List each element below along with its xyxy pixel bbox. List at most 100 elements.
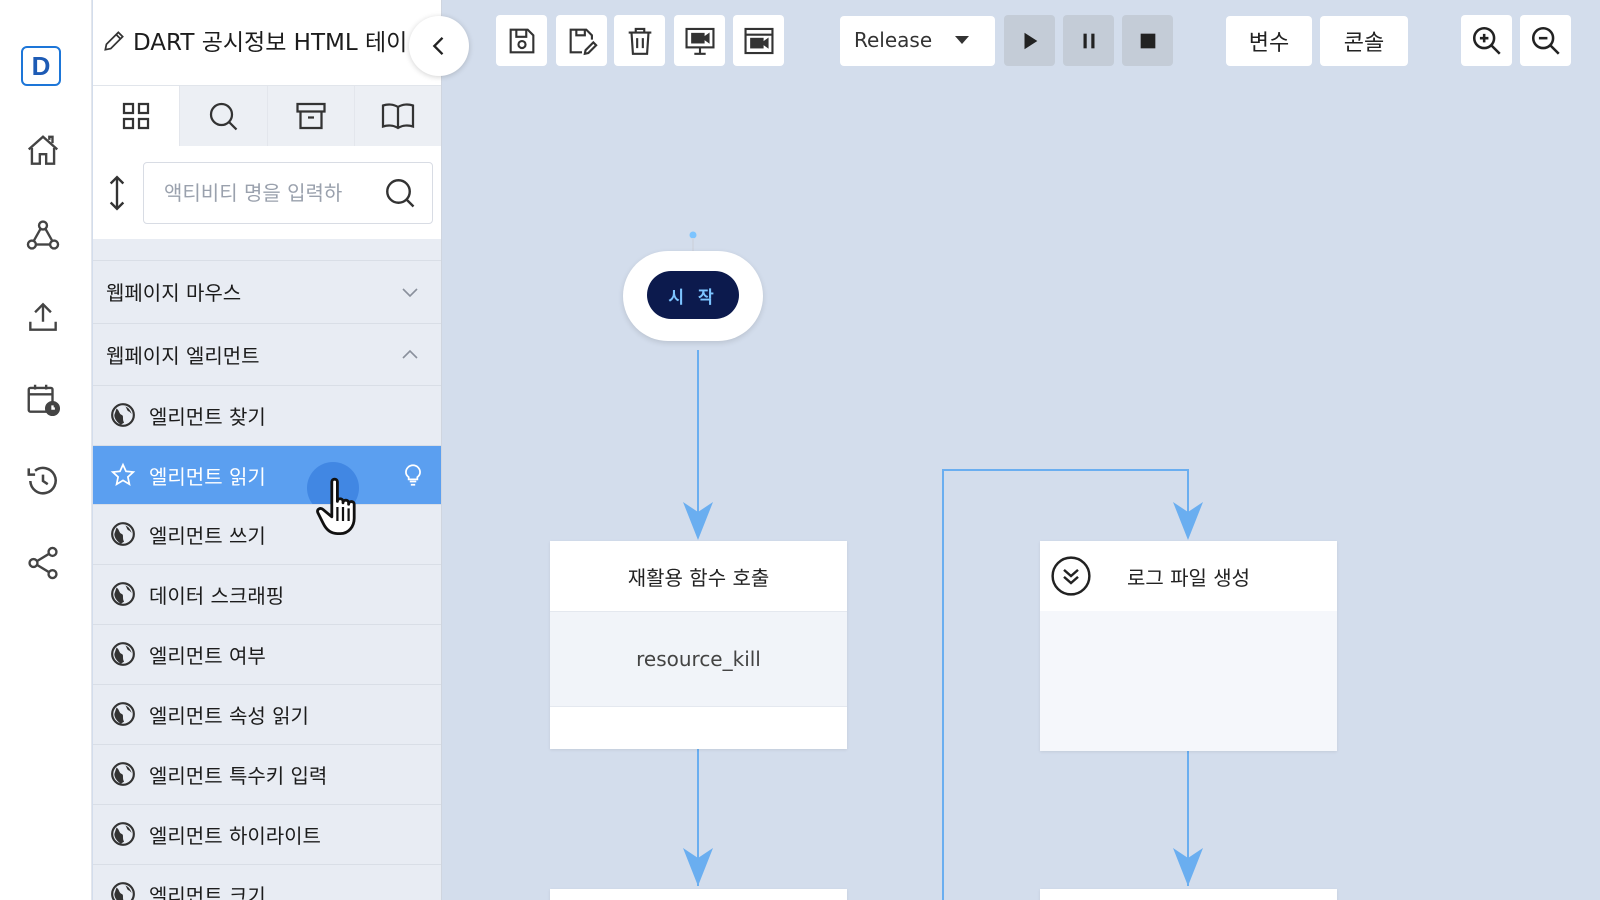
console-button[interactable]: 콘솔 — [1320, 16, 1408, 66]
activity-label: 엘리먼트 찾기 — [149, 404, 266, 429]
activity-label: 엘리먼트 여부 — [149, 643, 266, 668]
node-footer — [550, 707, 847, 749]
flow-connectors — [683, 350, 1203, 900]
tab-archive[interactable] — [267, 86, 355, 146]
zoom-in-button[interactable] — [1461, 15, 1512, 66]
flow-node-reuse-function[interactable]: 재활용 함수 호출 resource_kill — [550, 541, 847, 749]
globe-icon — [111, 822, 135, 846]
history-icon[interactable] — [22, 460, 64, 502]
archive-icon — [296, 102, 326, 130]
tab-activities[interactable] — [93, 86, 181, 146]
project-title: DART 공시정보 HTML 테이 — [133, 30, 408, 56]
activity-item-selected[interactable]: 엘리먼트 읽기 — [93, 445, 441, 535]
activity-item[interactable]: 엘리먼트 크기 — [93, 864, 441, 900]
stop-icon — [1140, 33, 1155, 48]
chevron-left-icon — [432, 37, 444, 55]
window-record-icon — [743, 27, 774, 54]
tab-library[interactable] — [354, 86, 441, 146]
activity-label: 데이터 스크래핑 — [149, 583, 285, 608]
globe-icon — [111, 522, 135, 546]
delete-icon — [628, 27, 651, 55]
zoom-out-button[interactable] — [1520, 15, 1571, 66]
start-antenna-icon — [689, 231, 697, 253]
save-button[interactable] — [496, 15, 547, 66]
group-header-web-mouse[interactable]: 웹페이지 마우스 — [93, 260, 441, 322]
search-submit-icon[interactable] — [382, 175, 418, 211]
schedule-icon[interactable] — [22, 378, 64, 420]
globe-icon — [111, 702, 135, 726]
globe-icon — [111, 642, 135, 666]
workflow-canvas[interactable]: 시 작 재활용 함수 호출 resource_kill 로그 파일 생성 — [443, 86, 1600, 900]
globe-icon — [111, 762, 135, 786]
save-icon — [509, 28, 534, 53]
run-mode-select[interactable]: Release — [840, 16, 995, 66]
screen-record-button[interactable] — [674, 15, 725, 66]
activity-item[interactable]: 엘리먼트 쓰기 — [93, 504, 441, 563]
activity-item[interactable]: 데이터 스크래핑 — [93, 564, 441, 623]
activity-item[interactable]: 엘리먼트 속성 읽기 — [93, 684, 441, 743]
delete-button[interactable] — [614, 15, 665, 66]
zoom-out-icon — [1531, 26, 1560, 55]
globe-icon — [111, 403, 135, 427]
tab-search[interactable] — [180, 86, 268, 146]
chevron-down-icon — [402, 287, 418, 297]
sort-toggle-icon[interactable] — [103, 174, 131, 212]
project-title-bar: DART 공시정보 HTML 테이 — [93, 0, 441, 86]
hand-cursor-icon — [316, 477, 356, 535]
globe-icon — [111, 582, 135, 606]
activity-item[interactable]: 엘리먼트 찾기 — [93, 385, 441, 444]
expand-double-chevron-icon[interactable] — [1050, 555, 1092, 597]
start-node[interactable]: 시 작 — [623, 231, 763, 341]
activity-item[interactable]: 엘리먼트 하이라이트 — [93, 804, 441, 863]
caret-down-icon — [955, 36, 969, 44]
activity-label: 엘리먼트 특수키 입력 — [149, 763, 328, 788]
activity-item[interactable]: 엘리먼트 여부 — [93, 624, 441, 683]
flow-node-next[interactable] — [550, 889, 847, 900]
stop-button[interactable] — [1122, 15, 1173, 66]
app-logo[interactable]: D — [21, 46, 61, 86]
star-icon[interactable] — [110, 462, 136, 488]
activity-panel: DART 공시정보 HTML 테이 웹페이지 마우스 웹페이지 엘리먼트 엘리먼… — [93, 0, 442, 900]
grid-icon — [123, 102, 150, 130]
book-icon — [381, 103, 414, 130]
group-label: 웹페이지 마우스 — [106, 281, 242, 305]
chevron-up-icon — [402, 349, 418, 359]
home-icon[interactable] — [22, 130, 64, 172]
pause-button[interactable] — [1063, 15, 1114, 66]
activity-search-box — [143, 162, 433, 224]
panel-tabs — [93, 86, 441, 146]
lightbulb-icon[interactable] — [400, 462, 426, 488]
activity-label: 엘리먼트 하이라이트 — [149, 823, 321, 848]
window-record-button[interactable] — [733, 15, 784, 66]
group-header-web-element[interactable]: 웹페이지 엘리먼트 — [93, 323, 441, 385]
zoom-in-icon — [1472, 26, 1501, 55]
activity-label: 엘리먼트 크기 — [149, 883, 266, 900]
edit-pencil-icon[interactable] — [101, 28, 127, 54]
save-as-button[interactable] — [556, 15, 607, 66]
search-icon — [210, 102, 238, 131]
activity-label: 엘리먼트 쓰기 — [149, 523, 266, 548]
collapse-panel-button[interactable] — [409, 16, 469, 76]
flow-node-next[interactable] — [1040, 889, 1337, 900]
save-as-icon — [569, 28, 598, 55]
activity-search-input[interactable] — [164, 177, 364, 209]
node-param: resource_kill — [550, 611, 847, 707]
pause-icon — [1083, 33, 1094, 48]
play-button[interactable] — [1004, 15, 1055, 66]
webhook-icon[interactable] — [22, 214, 64, 256]
share-icon[interactable] — [22, 542, 64, 584]
play-icon — [1024, 32, 1037, 49]
start-label: 시 작 — [647, 271, 739, 319]
activity-item[interactable]: 엘리먼트 특수키 입력 — [93, 744, 441, 803]
activity-label: 엘리먼트 읽기 — [149, 464, 266, 489]
variables-button[interactable]: 변수 — [1226, 16, 1312, 66]
flow-node-log-file[interactable]: 로그 파일 생성 — [1040, 541, 1337, 751]
globe-icon — [111, 882, 135, 900]
activity-label: 엘리먼트 속성 읽기 — [149, 703, 309, 728]
group-label: 웹페이지 엘리먼트 — [106, 344, 260, 368]
run-mode-value: Release — [854, 28, 933, 52]
activity-search-row — [93, 146, 441, 239]
node-title: 재활용 함수 호출 — [550, 541, 847, 611]
upload-icon[interactable] — [22, 296, 64, 338]
left-nav-rail: D — [0, 0, 92, 900]
